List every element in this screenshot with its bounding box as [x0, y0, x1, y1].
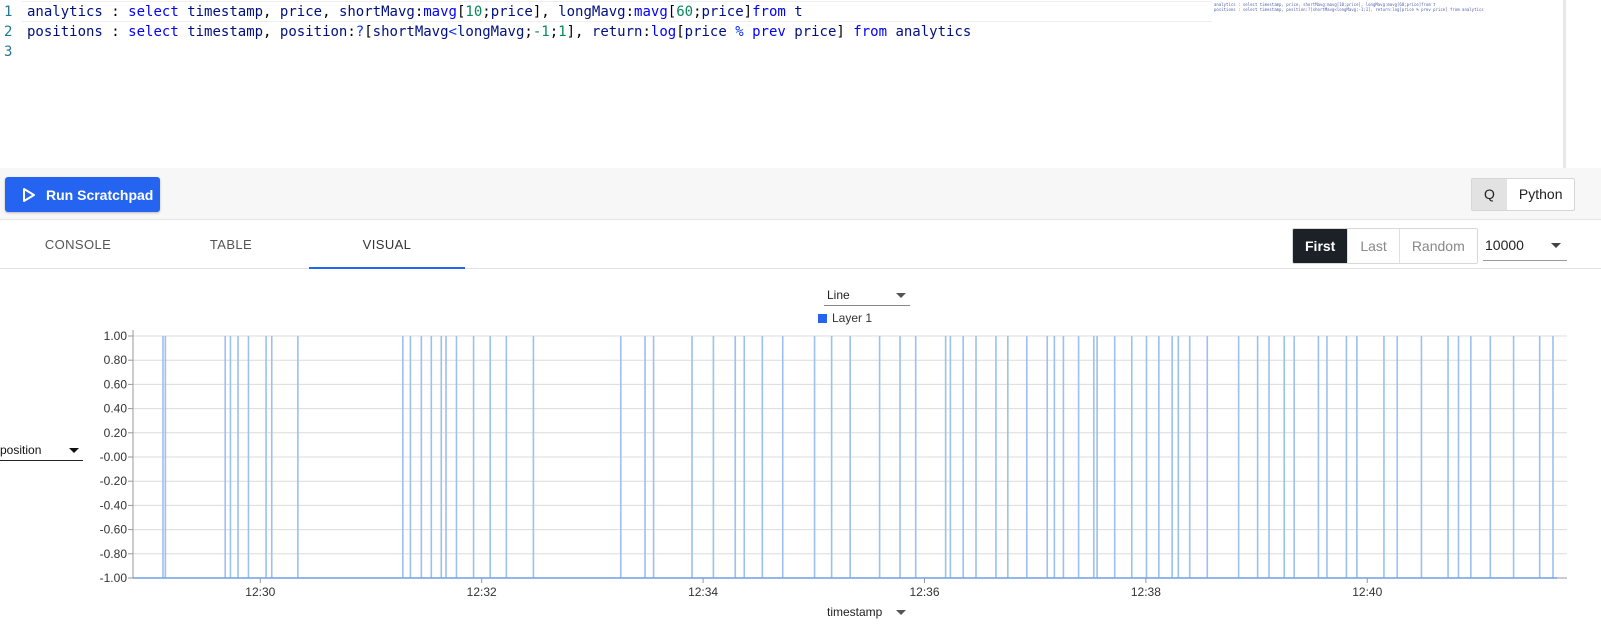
y-tick-label: -1.00 — [100, 571, 128, 585]
y-tick-label: -0.00 — [100, 450, 128, 464]
y-tick-label: -0.60 — [100, 523, 128, 537]
y-tick-label: -0.80 — [100, 547, 128, 561]
position-line-chart[interactable]: 1.00 0.80 0.60 0.40 0.20 -0.00 -0.20 -0.40 -0.60… — [0, 0, 1601, 635]
y-tick-label: 0.60 — [104, 377, 128, 391]
x-tick-label: 12:34 — [688, 585, 718, 599]
x-tick-label: 12:40 — [1352, 585, 1382, 599]
x-tick-label: 12:38 — [1131, 585, 1161, 599]
y-tick-label: 0.20 — [104, 426, 128, 440]
x-tick-label: 12:36 — [909, 585, 939, 599]
y-tick-label: 0.80 — [104, 353, 128, 367]
y-tick-label: -0.40 — [100, 498, 128, 512]
y-tick-label: -0.20 — [100, 474, 128, 488]
x-tick-label: 12:32 — [467, 585, 497, 599]
y-tick-label: 0.40 — [104, 402, 128, 416]
x-tick-label: 12:30 — [245, 585, 275, 599]
y-tick-label: 1.00 — [104, 329, 128, 343]
